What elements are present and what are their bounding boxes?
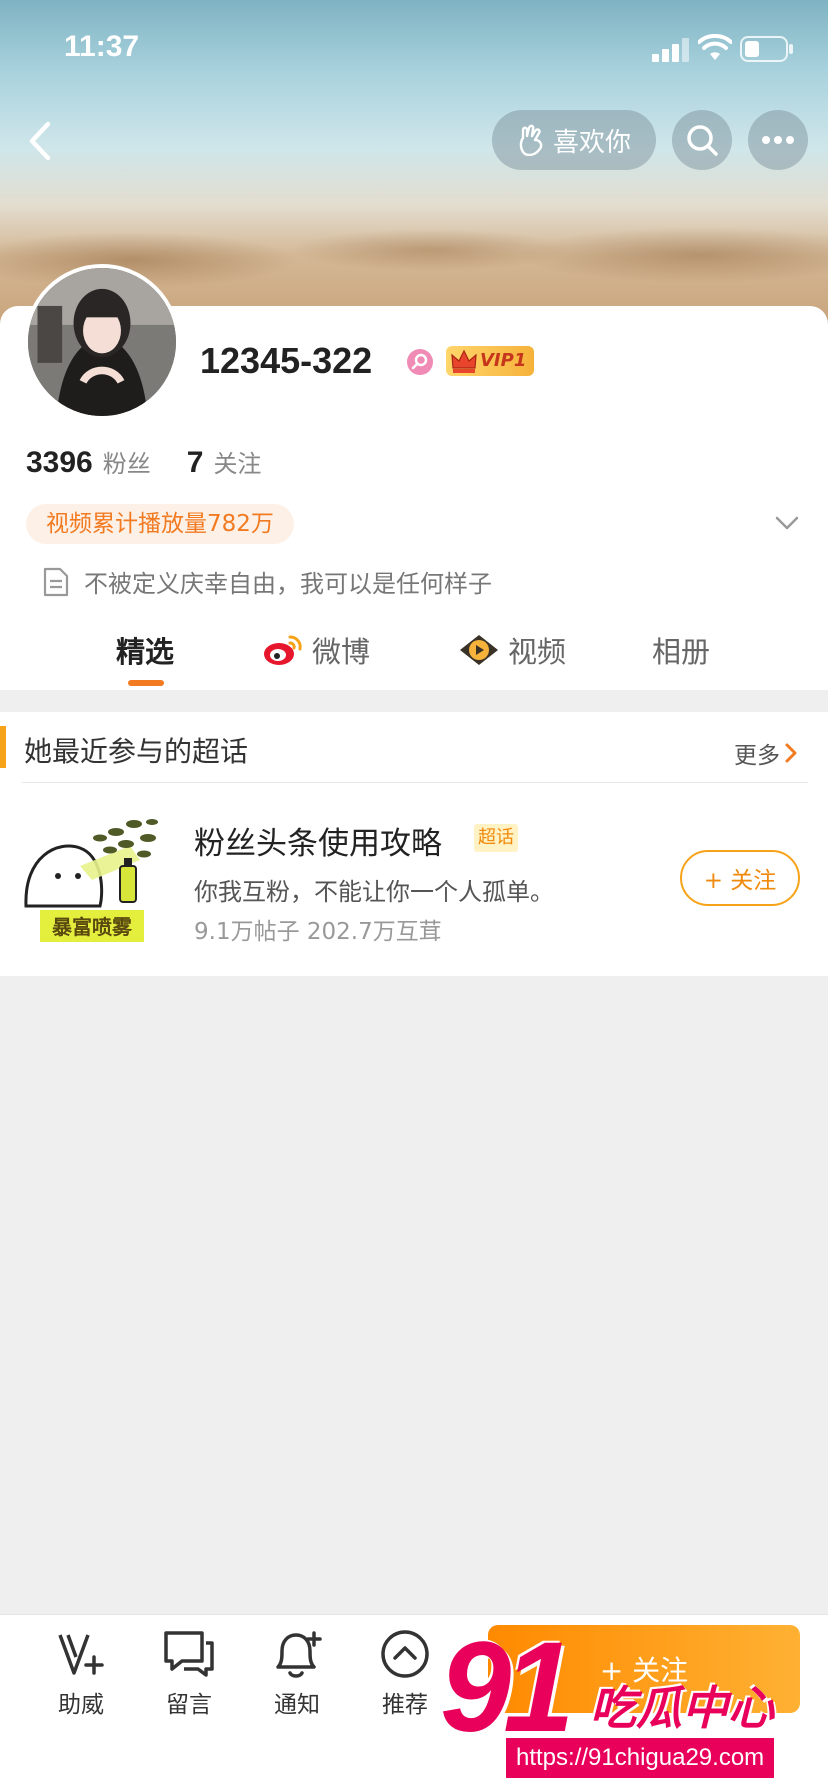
username: 12345-322	[200, 340, 373, 381]
tab-video-label: 视频	[508, 635, 567, 669]
message-icon	[164, 1631, 214, 1677]
topic-follow-button[interactable]: + 关注	[680, 850, 800, 906]
following-label[interactable]: 关注	[213, 444, 261, 479]
following-count[interactable]: 7	[187, 446, 204, 480]
more-link[interactable]: 更多	[734, 736, 798, 770]
topic-thumbnail[interactable]: 暴富喷雾	[20, 810, 160, 946]
chevron-up-circle-icon	[381, 1630, 429, 1678]
followers-label[interactable]: 粉丝	[103, 444, 151, 479]
weibo-logo-icon	[264, 635, 302, 665]
chevron-left-icon	[29, 121, 51, 161]
chevron-right-icon	[785, 743, 797, 763]
bio: 不被定义庆幸自由，我可以是任何样子	[42, 564, 492, 599]
search-icon	[687, 125, 718, 156]
search-button[interactable]	[672, 110, 732, 170]
video-play-icon	[460, 635, 498, 665]
wifi-icon	[698, 34, 732, 60]
hand-heart-icon	[519, 124, 543, 156]
notify-button[interactable]: 通知	[252, 1627, 342, 1719]
divider	[22, 782, 808, 783]
super-topics-section: 她最近参与的超话 更多 暴富喷雾 粉丝头条使用攻略 超话 你我互粉，不能让你一个…	[0, 712, 828, 976]
watermark-brand: 吃瓜中心	[590, 1681, 774, 1735]
battery-icon	[740, 36, 793, 62]
more-options-button[interactable]	[748, 110, 808, 170]
message-label: 留言	[166, 1692, 212, 1718]
message-button[interactable]: 留言	[144, 1627, 234, 1719]
avatar-image	[28, 268, 176, 416]
status-time: 11:37	[64, 30, 140, 63]
status-bar: 11:37	[0, 0, 828, 100]
super-topic-tag: 超话	[474, 824, 518, 852]
avatar[interactable]	[24, 264, 180, 420]
more-dots-icon	[762, 136, 794, 144]
section-title: 她最近参与的超话	[24, 735, 249, 768]
follow-stats: 3396 粉丝 7 关注	[26, 444, 287, 480]
watermark-logo: 91 吃瓜中心 https://91chigua29.com	[440, 1616, 828, 1792]
back-button[interactable]	[14, 112, 66, 170]
vip-label: VIP1	[480, 350, 527, 371]
like-you-button[interactable]: 喜欢你	[492, 110, 656, 170]
document-icon	[43, 567, 69, 596]
tab-album[interactable]: 相册	[652, 620, 710, 680]
topic-name[interactable]: 粉丝头条使用攻略	[194, 818, 442, 863]
vip-badge[interactable]: VIP1	[446, 346, 535, 376]
tab-weibo-label: 微博	[312, 635, 371, 669]
tab-video[interactable]: 视频	[458, 620, 566, 680]
v-plus-icon	[58, 1634, 104, 1675]
notify-label: 通知	[274, 1692, 320, 1718]
verified-badge-icon[interactable]	[406, 348, 434, 376]
video-views-badge: 视频累计播放量782万	[26, 504, 294, 544]
recommend-label: 推荐	[382, 1692, 428, 1718]
like-you-label: 喜欢你	[552, 127, 631, 158]
crown-icon	[451, 349, 477, 373]
tab-weibo[interactable]: 微博	[262, 620, 370, 680]
tab-featured-label: 精选	[116, 635, 175, 669]
topic-stats: 9.1万帖子 202.7万互茸	[194, 919, 442, 945]
cheer-label: 助威	[58, 1692, 104, 1718]
profile-tabs: 精选 微博 视频 相册	[0, 620, 828, 690]
tab-featured[interactable]: 精选	[116, 620, 174, 680]
more-label: 更多	[734, 743, 780, 769]
watermark-url: https://91chigua29.com	[506, 1738, 775, 1778]
topic-thumbnail-text: 暴富喷雾	[52, 915, 133, 939]
followers-count[interactable]: 3396	[26, 446, 93, 480]
chevron-down-icon[interactable]	[774, 510, 800, 536]
topic-description: 你我互粉，不能让你一个人孤单。	[194, 878, 554, 906]
cellular-signal-icon	[652, 38, 689, 62]
recommend-button[interactable]: 推荐	[360, 1627, 450, 1719]
bio-text: 不被定义庆幸自由，我可以是任何样子	[84, 570, 492, 598]
cheer-button[interactable]: 助威	[36, 1627, 126, 1719]
tab-album-label: 相册	[652, 635, 711, 669]
active-tab-indicator	[128, 680, 164, 686]
bell-plus-icon	[276, 1631, 322, 1678]
section-accent-bar	[0, 726, 6, 768]
